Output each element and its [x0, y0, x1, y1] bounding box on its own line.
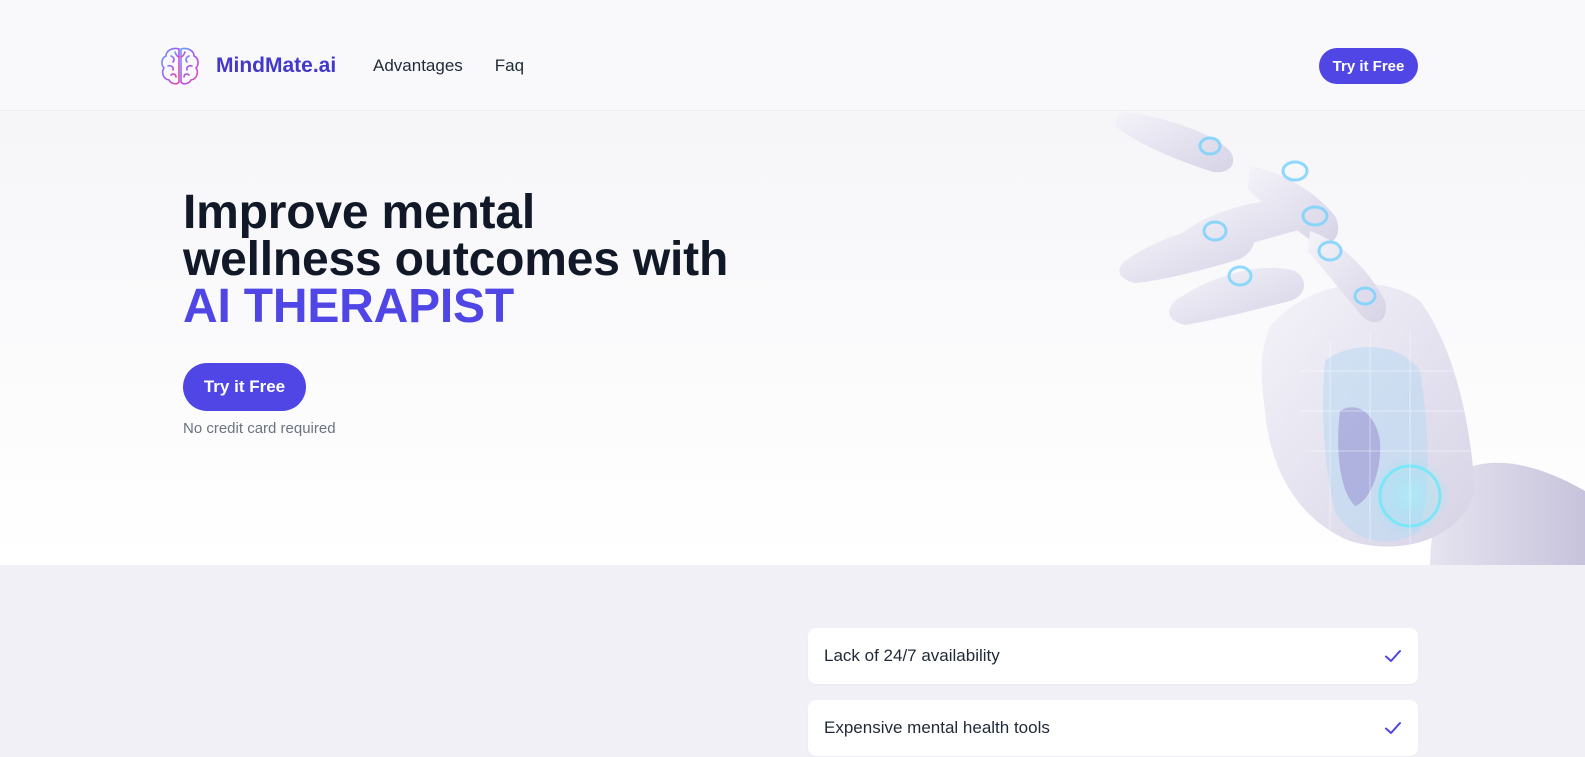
top-navigation-bar: MindMate.ai Advantages Faq Try it Free: [0, 0, 1585, 111]
robot-hand-illustration: [1115, 111, 1585, 565]
list-item: Lack of 24/7 availability: [808, 628, 1418, 684]
brand-logo-link[interactable]: MindMate.ai: [158, 44, 336, 88]
check-icon: [1385, 722, 1401, 734]
check-icon: [1385, 650, 1401, 662]
feature-label: Expensive mental health tools: [824, 718, 1050, 737]
hero-title-accent: AI THERAPIST: [183, 280, 514, 333]
hero-title-line1: Improve mental: [183, 186, 535, 239]
hero-section: Improve mental wellness outcomes with AI…: [0, 111, 1585, 565]
hero-try-free-button[interactable]: Try it Free: [183, 363, 306, 411]
brand-name: MindMate.ai: [216, 54, 337, 77]
nav-item-faq[interactable]: Faq: [495, 56, 524, 76]
problems-section: Lack of 24/7 availability Expensive ment…: [0, 565, 1585, 757]
brain-icon: [161, 47, 199, 85]
header-try-free-button[interactable]: Try it Free: [1319, 48, 1418, 84]
no-credit-card-note: No credit card required: [183, 420, 336, 437]
hero-title-line2: wellness outcomes with: [183, 233, 729, 286]
hero-title: Improve mental wellness outcomes with AI…: [183, 186, 729, 333]
feature-label: Lack of 24/7 availability: [824, 646, 1000, 665]
main-nav: Advantages Faq: [373, 56, 524, 76]
list-item: Expensive mental health tools: [808, 700, 1418, 756]
nav-item-advantages[interactable]: Advantages: [373, 56, 463, 76]
